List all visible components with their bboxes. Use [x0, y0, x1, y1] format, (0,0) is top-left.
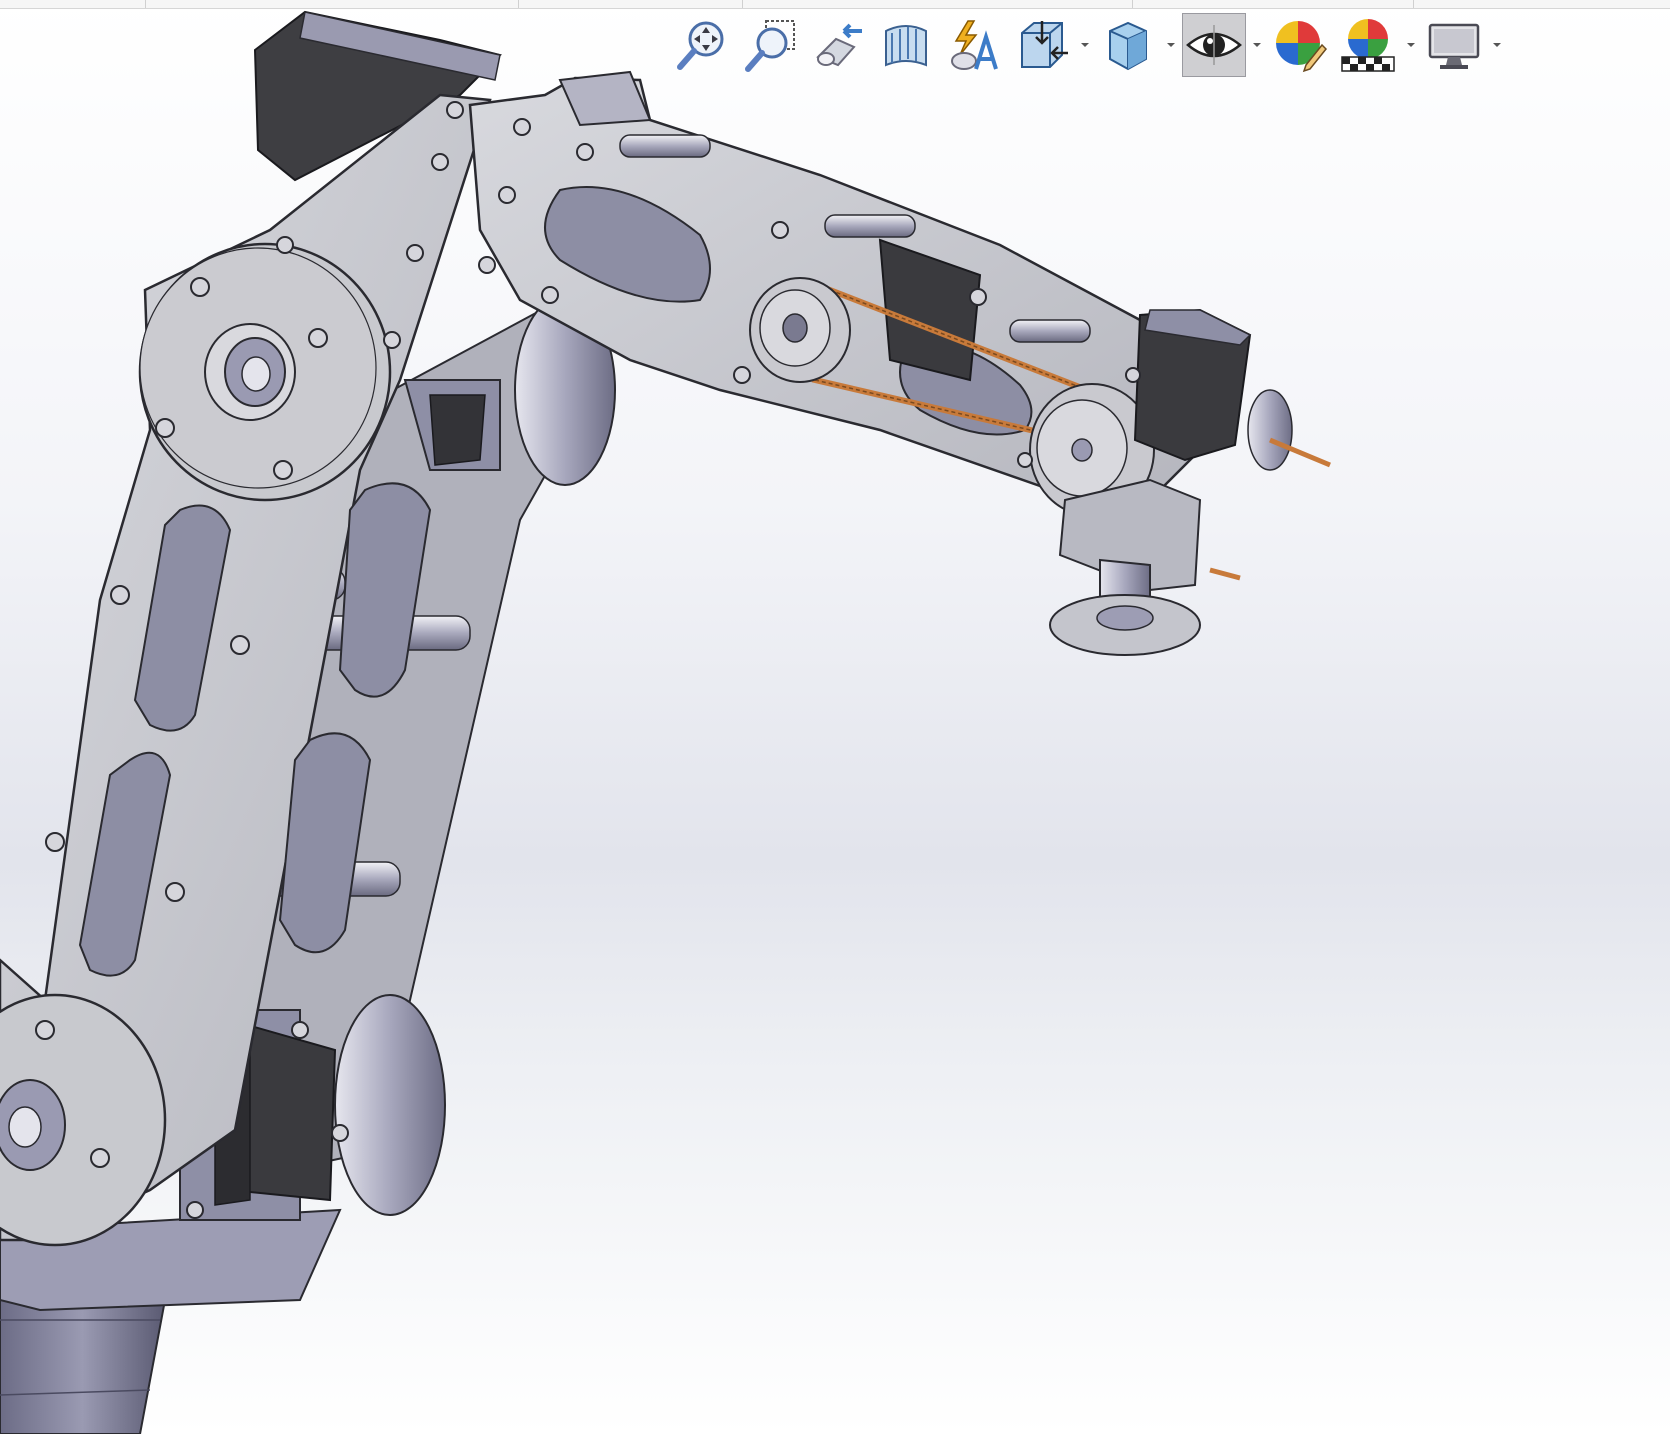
chevron-down-icon — [1081, 43, 1089, 47]
chevron-down-icon — [1253, 43, 1261, 47]
graphics-area[interactable] — [0, 0, 1670, 1434]
edit-appearance-icon — [1276, 21, 1328, 73]
previous-view-button[interactable] — [806, 13, 870, 77]
chevron-down-icon — [1407, 43, 1415, 47]
hide-show-items-dropdown[interactable] — [1250, 13, 1264, 77]
lower-joint-drum-rear — [334, 994, 446, 1216]
apply-scene-icon — [1341, 19, 1395, 72]
apply-scene-button[interactable] — [1336, 13, 1400, 77]
zoom-to-area-button[interactable] — [738, 13, 802, 77]
zoom-to-fit-button[interactable] — [670, 13, 734, 77]
view-settings-monitor-icon — [1428, 23, 1480, 69]
hide-show-eye-icon — [1186, 25, 1242, 65]
forearm-rod — [824, 214, 916, 238]
chevron-down-icon — [1167, 43, 1175, 47]
zoom-to-area-icon — [745, 20, 795, 72]
edit-appearance-button[interactable] — [1268, 13, 1332, 77]
apply-scene-dropdown[interactable] — [1404, 13, 1418, 77]
view-orientation-icon — [1021, 21, 1068, 68]
stepper-motor-shoulder — [429, 394, 486, 466]
hide-show-items-button[interactable] — [1182, 13, 1246, 77]
section-view-button[interactable] — [874, 13, 938, 77]
chevron-down-icon — [1493, 43, 1501, 47]
dynamic-annotation-icon — [951, 20, 998, 70]
display-style-dropdown[interactable] — [1164, 13, 1178, 77]
forearm-rod — [1009, 319, 1091, 343]
heads-up-view-toolbar — [670, 10, 1504, 80]
view-orientation-dropdown[interactable] — [1078, 13, 1092, 77]
view-settings-dropdown[interactable] — [1490, 13, 1504, 77]
previous-view-icon — [816, 23, 862, 67]
forearm-rod — [619, 134, 711, 158]
dynamic-annotation-views-button[interactable] — [942, 13, 1006, 77]
section-view-icon — [885, 25, 927, 67]
zoom-to-fit-icon — [677, 21, 724, 70]
display-style-button[interactable] — [1096, 13, 1160, 77]
robot-arm-model[interactable] — [0, 0, 1670, 1434]
view-orientation-button[interactable] — [1010, 13, 1074, 77]
view-settings-button[interactable] — [1422, 13, 1486, 77]
display-style-icon — [1109, 21, 1147, 71]
